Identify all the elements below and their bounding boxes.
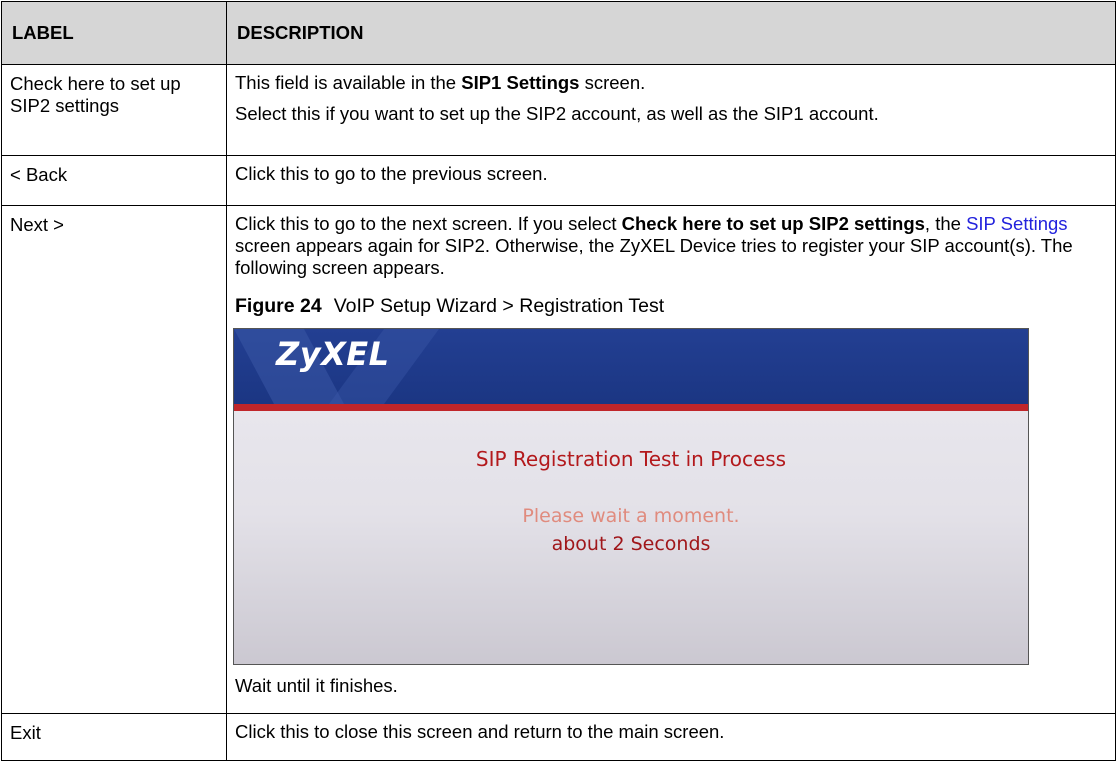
zyxel-banner: ZyXEL (234, 329, 1028, 404)
bold-term: Check here to set up SIP2 settings (621, 213, 925, 234)
registration-test-screenshot: ZyXEL SIP Registration Test in Process P… (233, 328, 1029, 665)
description-paragraph: Select this if you want to set up the SI… (235, 103, 879, 124)
label-description-table: LABEL DESCRIPTION Check here to set up S… (1, 1, 1116, 761)
description-column-header: DESCRIPTION (226, 1, 1116, 65)
row-label: < Back (1, 155, 227, 206)
table-row: Check here to set up SIP2 settings This … (1, 64, 1116, 156)
figure-number: Figure 24 (235, 295, 322, 317)
wait-message: Please wait a moment. (522, 505, 740, 527)
sip-settings-link[interactable]: SIP Settings (966, 213, 1067, 234)
text-run: This field is available in the (235, 72, 462, 93)
bold-term: SIP1 Settings (461, 72, 580, 93)
text-run: , the (924, 213, 967, 234)
table-row: < Back Click this to go to the previous … (1, 155, 1116, 206)
red-divider (234, 404, 1028, 411)
seconds-countdown: about 2 Seconds (551, 533, 711, 555)
row-label: Next > (1, 205, 227, 714)
registration-title: SIP Registration Test in Process (475, 447, 787, 471)
row-description: This field is available in the SIP1 Sett… (226, 64, 1116, 156)
row-description: Click this to go to the next screen. If … (226, 205, 1116, 714)
text-run: screen appears again for SIP2. Otherwise… (235, 235, 1073, 278)
table-header-row: LABEL DESCRIPTION (1, 1, 1116, 65)
row-description: Click this to close this screen and retu… (226, 713, 1116, 761)
description-paragraph: This field is available in the SIP1 Sett… (235, 72, 1105, 94)
description-paragraph: Wait until it finishes. (235, 675, 398, 696)
figure-title: VoIP Setup Wizard > Registration Test (333, 295, 665, 317)
row-label: Check here to set up SIP2 settings (1, 64, 227, 156)
description-paragraph: Click this to go to the next screen. If … (235, 213, 1105, 279)
table-row: Exit Click this to close this screen and… (1, 713, 1116, 761)
text-run: Click this to go to the next screen. If … (235, 213, 622, 234)
text-run: screen. (579, 72, 646, 93)
manual-page: LABEL DESCRIPTION Check here to set up S… (0, 0, 1118, 761)
table-row: Next > Click this to go to the next scre… (1, 205, 1116, 714)
zyxel-logo: ZyXEL (276, 335, 390, 373)
figure-caption: Figure 24 VoIP Setup Wizard > Registratio… (235, 295, 1105, 317)
row-description: Click this to go to the previous screen. (226, 155, 1116, 206)
label-column-header: LABEL (1, 1, 227, 65)
row-label: Exit (1, 713, 227, 761)
